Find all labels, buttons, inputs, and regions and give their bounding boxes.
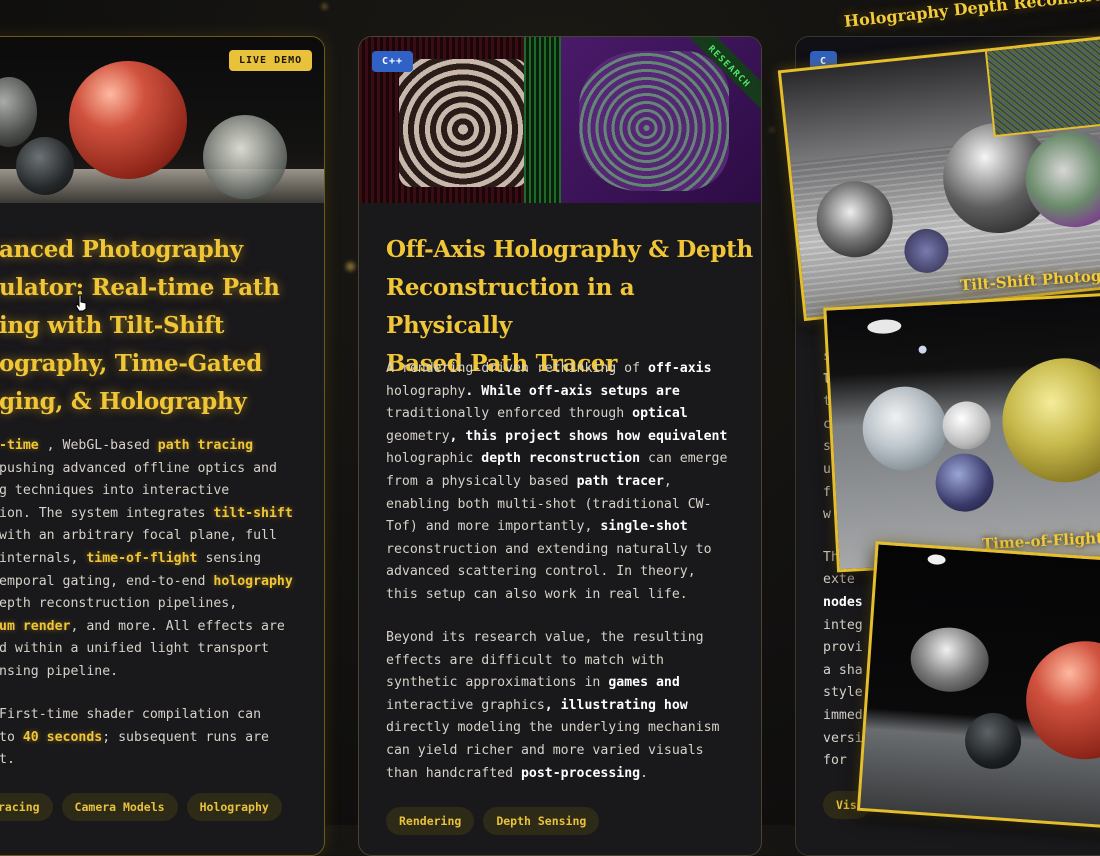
compile-note: First-time shader compilation can to 40 …	[0, 707, 269, 768]
description-line: holographic depth reconstruction can eme…	[386, 448, 756, 471]
sphere-glass	[0, 77, 37, 147]
emphasis-text: optical	[632, 406, 688, 422]
sphere-chrome	[908, 625, 991, 695]
plain-text: advanced scattering control. In theory,	[386, 564, 696, 580]
emphasis-text: . While off-axis setups are	[465, 383, 680, 399]
sphere-white	[941, 400, 992, 451]
plain-text: geometry	[386, 428, 450, 444]
tag-list: racing Camera Models Holography	[0, 793, 282, 821]
sphere-crystal	[203, 115, 287, 199]
sphere-dark	[16, 137, 74, 195]
live-demo-badge: LIVE DEMO	[229, 50, 313, 71]
plain-text: this setup can also work in real life.	[386, 586, 688, 602]
plain-text: can yield richer and more varied visuals	[386, 742, 704, 758]
emphasis-text: path tracer	[576, 473, 664, 489]
plain-text: A rendering-driven rethinking of	[386, 361, 649, 376]
sphere-glass	[860, 384, 949, 473]
emphasis-text: depth reconstruction	[481, 451, 641, 467]
sphere-dark	[963, 711, 1023, 771]
description-line: reconstruction and extending naturally t…	[386, 539, 756, 562]
description-line: traditionally enforced through optical	[386, 403, 756, 426]
tag-list: Rendering Depth Sensing	[386, 807, 600, 835]
tag-depth-sensing[interactable]: Depth Sensing	[483, 807, 600, 835]
project-thumbnail[interactable]: RESEARCH C++	[359, 37, 761, 203]
description-line: this setup can also work in real life.	[386, 584, 756, 607]
language-badge: C++	[372, 51, 414, 72]
project-card-off-axis-holography[interactable]: RESEARCH C++ Off-Axis Holography & Depth…	[358, 36, 762, 856]
description-line: holography. While off-axis setups are	[386, 381, 756, 404]
plain-text: holographic	[386, 451, 482, 467]
plain-text: can emerge	[640, 451, 728, 467]
project-description: -time , WebGL-based path tracing pushing…	[0, 438, 293, 679]
description-line: geometry, this project shows how equival…	[386, 426, 756, 449]
tag-path-tracing[interactable]: racing	[0, 793, 53, 821]
plain-text: traditionally enforced through	[386, 406, 633, 422]
description-line: synthetic approximations in games and	[386, 672, 756, 695]
plain-text: than handcrafted	[386, 765, 521, 781]
emphasis-text: single-shot	[600, 519, 688, 535]
sphere-gold	[999, 355, 1100, 486]
pointer-hand-icon	[75, 294, 87, 312]
tag-camera-models[interactable]: Camera Models	[61, 793, 178, 821]
tag-rendering[interactable]: Rendering	[386, 807, 475, 835]
plain-text: reconstruction and extending naturally t…	[386, 541, 712, 557]
tag-holography[interactable]: Holography	[186, 793, 282, 821]
sphere-blue-patterned	[934, 452, 996, 514]
description-line: A rendering-driven rethinking of off-axi…	[386, 358, 756, 381]
plain-text: from a physically based	[386, 473, 577, 489]
description-line: can yield richer and more varied visuals	[386, 740, 756, 763]
emphasis-text: off-axis	[648, 361, 712, 376]
project-title[interactable]: anced Photography ulator: Real-time Path…	[0, 231, 324, 421]
description-line: enabling both multi-shot (traditional CW…	[386, 494, 756, 517]
description-line: than handcrafted post-processing.	[386, 763, 756, 786]
sphere-red	[1022, 637, 1100, 764]
time-gated-render-panel[interactable]	[856, 541, 1100, 829]
description-line: effects are difficult to match with	[386, 650, 756, 673]
bokeh-dot	[770, 128, 774, 132]
plain-text: interactive graphics	[386, 697, 545, 713]
bokeh-dot	[346, 262, 355, 271]
emphasis-text: , illustrating how	[544, 697, 688, 713]
emphasis-text: , this project shows how equivalent	[449, 428, 728, 444]
project-description-secondary: Beyond its research value, the resulting…	[386, 627, 756, 785]
project-card-photography-simulator[interactable]: LIVE DEMO anced Photography ulator: Real…	[0, 36, 325, 856]
bokeh-dot	[322, 4, 327, 9]
description-line: advanced scattering control. In theory,	[386, 561, 756, 584]
plain-text: ,	[663, 473, 672, 489]
description-line: Tof) and more importantly, single-shot	[386, 516, 756, 539]
holography-caption: Holography Depth Reconstruction	[843, 0, 1100, 31]
emphasis-text: post-processing	[520, 765, 641, 781]
plain-text: .	[640, 765, 649, 781]
plain-text: directly modeling the underlying mechani…	[386, 720, 720, 736]
description-line: Beyond its research value, the resulting	[386, 627, 756, 650]
project-description: A rendering-driven rethinking of off-axi…	[386, 358, 756, 607]
description-line: from a physically based path tracer,	[386, 471, 756, 494]
description-line: directly modeling the underlying mechani…	[386, 717, 756, 740]
plain-text: Beyond its research value, the resulting	[386, 630, 704, 645]
sphere-red	[69, 61, 187, 179]
plain-text: enabling both multi-shot (traditional CW…	[386, 496, 712, 512]
project-thumbnail[interactable]: LIVE DEMO	[0, 37, 324, 203]
plain-text: synthetic approximations in	[386, 675, 609, 691]
emphasis-text: games and	[608, 675, 680, 691]
plain-text: Tof) and more importantly,	[386, 519, 601, 535]
plain-text: effects are difficult to match with	[386, 652, 664, 668]
description-line: interactive graphics, illustrating how	[386, 695, 756, 718]
plain-text: holography	[386, 383, 466, 399]
